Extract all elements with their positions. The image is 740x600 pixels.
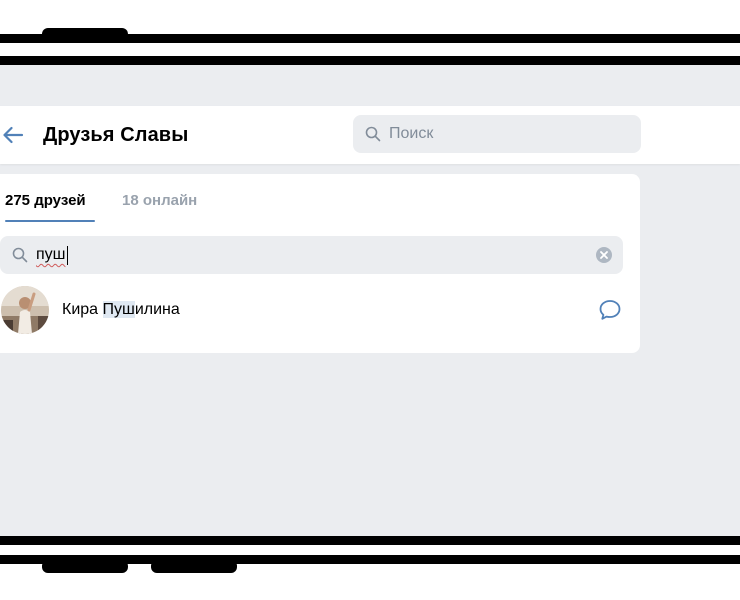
friend-name-suffix: илина <box>134 301 180 318</box>
back-button[interactable] <box>0 120 26 150</box>
friends-tabs: 275 друзей 18 онлайн <box>0 174 640 224</box>
list-item[interactable]: Кира Пушилина <box>0 284 640 340</box>
global-search-field[interactable] <box>353 115 641 153</box>
arrow-left-icon <box>3 126 24 144</box>
text-caret <box>66 245 68 265</box>
tab-all-friends[interactable]: 275 друзей <box>5 192 86 209</box>
search-match-highlight: Пуш <box>102 301 135 318</box>
friends-search-input[interactable]: пуш <box>36 246 66 264</box>
search-icon <box>12 247 28 263</box>
active-tab-indicator <box>5 220 95 222</box>
page-title: Друзья Славы <box>43 124 189 146</box>
clear-icon[interactable] <box>595 246 613 264</box>
avatar[interactable] <box>1 286 49 334</box>
frame-bezel-top-outer <box>0 34 740 43</box>
phone-mockup: Друзья Славы 275 друзей 18 онлайн <box>0 0 740 600</box>
frame-button-right <box>151 560 237 573</box>
friends-search-field[interactable]: пуш <box>0 236 623 274</box>
frame-bezel-bottom-inner <box>0 536 740 545</box>
search-icon <box>365 126 381 142</box>
friend-name-prefix: Кира <box>62 301 103 318</box>
page-header: Друзья Славы <box>0 106 740 164</box>
tab-online-friends[interactable]: 18 онлайн <box>122 192 197 209</box>
friends-card: 275 друзей 18 онлайн пуш Кира Пушилина <box>0 174 640 353</box>
frame-button-left <box>42 560 128 573</box>
friend-name[interactable]: Кира Пушилина <box>62 301 180 319</box>
global-search-input[interactable] <box>389 125 619 143</box>
message-icon[interactable] <box>598 299 622 321</box>
frame-bezel-top-inner <box>0 56 740 65</box>
